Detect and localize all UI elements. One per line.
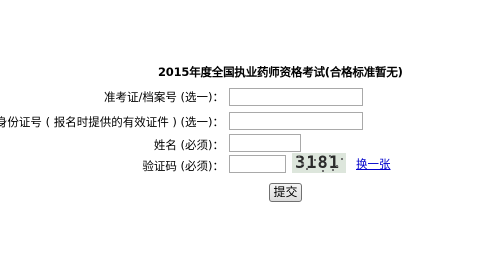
exam-id-input[interactable] (229, 88, 363, 106)
captcha-input[interactable] (229, 155, 286, 173)
name-input[interactable] (229, 134, 301, 152)
submit-button[interactable]: 提交 (269, 183, 302, 202)
id-card-label: 或身份证号 ( 报名时提供的有效证件 ) (选一)： (0, 115, 224, 129)
exam-id-label: 准考证/档案号 (选一)： (103, 90, 224, 104)
form-title: 2015年度全国执业药师资格考试(合格标准暂无) (158, 65, 403, 79)
captcha-image: 3181 (292, 153, 346, 173)
name-label: 姓名 (必须)： (153, 138, 224, 152)
captcha-label: 验证码 (必须)： (142, 159, 224, 173)
refresh-captcha-link[interactable]: 换一张 (356, 156, 391, 172)
id-card-input[interactable] (229, 112, 363, 130)
